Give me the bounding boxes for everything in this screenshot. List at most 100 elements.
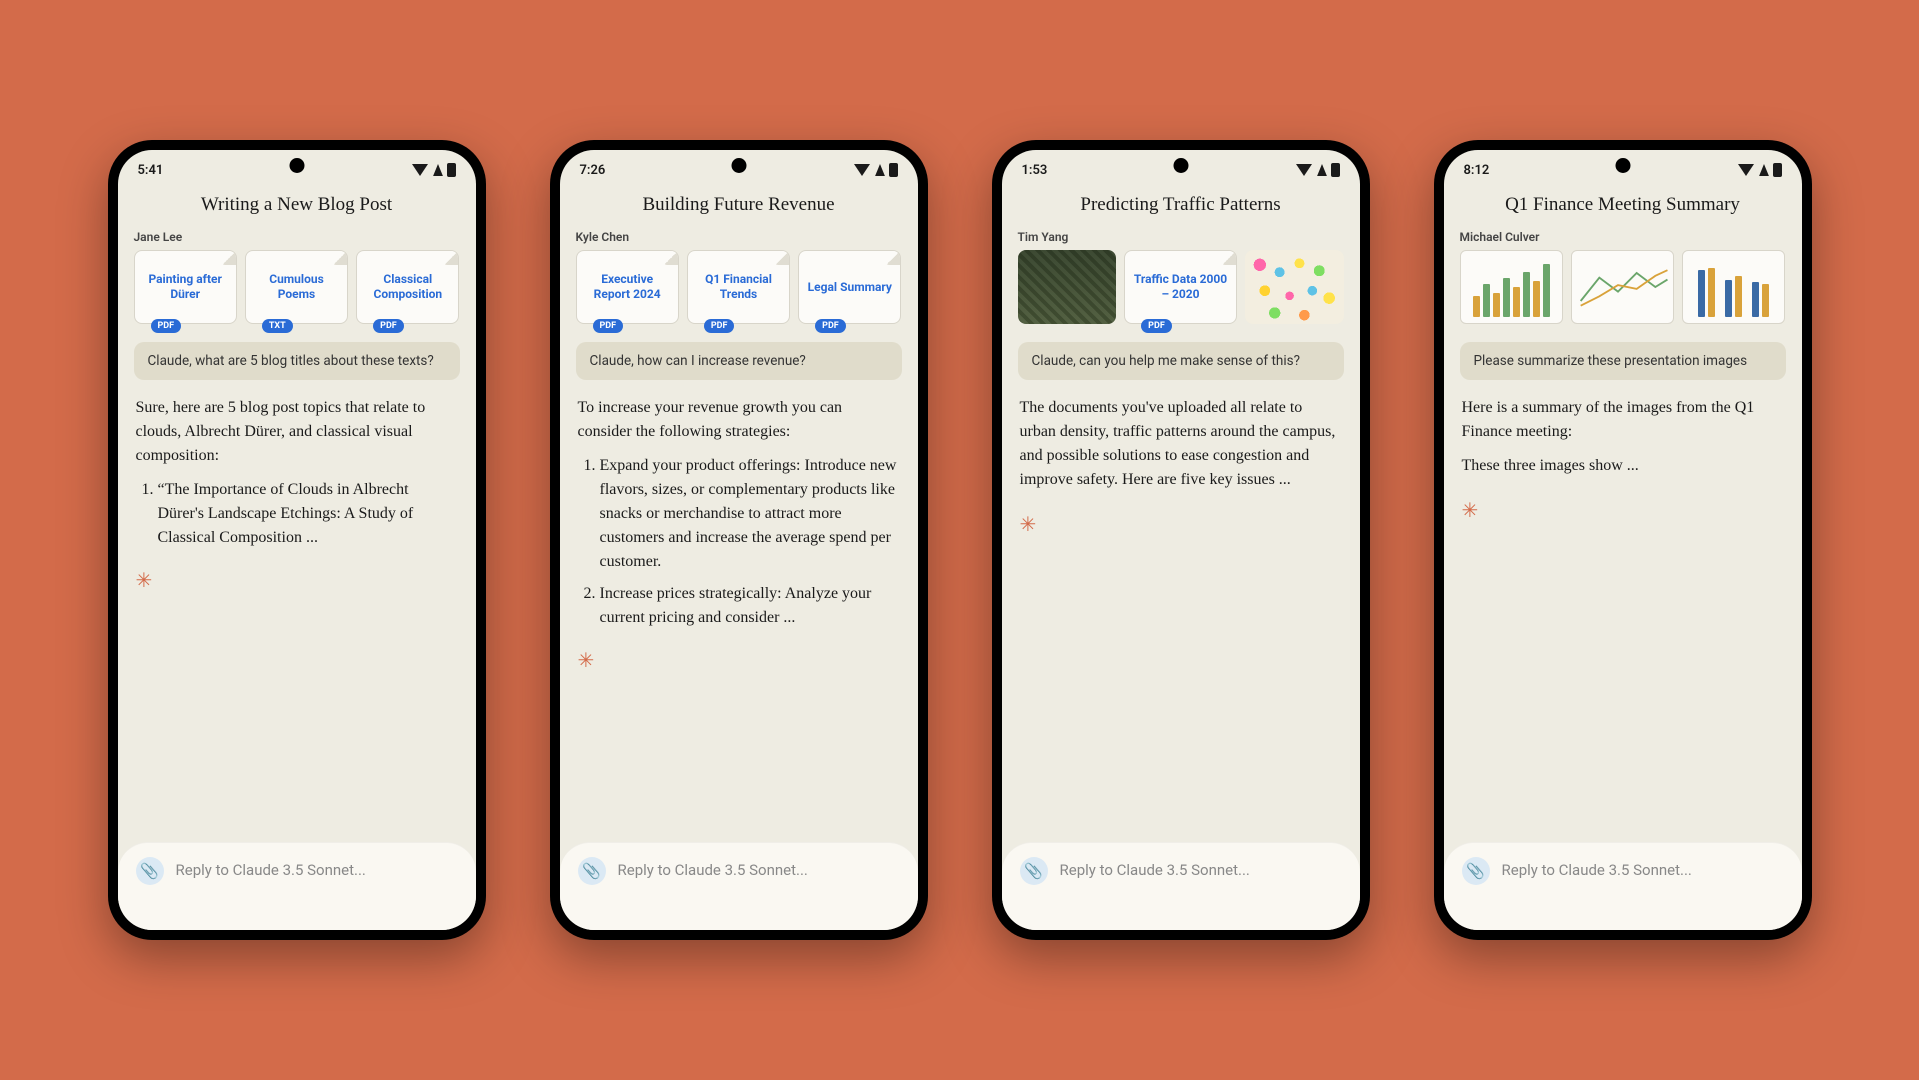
battery-icon xyxy=(447,163,456,177)
attachment-title: Classical Composition xyxy=(363,272,452,302)
signal-icon xyxy=(875,164,885,176)
response-text: To increase your revenue growth you can … xyxy=(578,396,900,444)
assistant-response: Here is a summary of the images from the… xyxy=(1444,380,1802,488)
chart-thumbnail[interactable] xyxy=(1571,250,1674,324)
reply-placeholder: Reply to Claude 3.5 Sonnet... xyxy=(1060,857,1250,879)
response-list-item: Increase prices strategically: Analyze y… xyxy=(600,582,900,630)
page-fold-icon xyxy=(333,251,347,265)
page-title: Predicting Traffic Patterns xyxy=(1002,194,1360,216)
response-text: Sure, here are 5 blog post topics that r… xyxy=(136,396,458,468)
clock: 5:41 xyxy=(138,163,164,178)
reply-input-bar[interactable]: 📎 Reply to Claude 3.5 Sonnet... xyxy=(1444,842,1802,930)
page-fold-icon xyxy=(775,251,789,265)
file-type-badge: PDF xyxy=(373,319,404,333)
signal-icon xyxy=(1317,164,1327,176)
response-list-item: Expand your product offerings: Introduce… xyxy=(600,454,900,574)
user-name: Jane Lee xyxy=(118,216,476,250)
attachment-title: Cumulous Poems xyxy=(252,272,341,302)
attachments-row: Traffic Data 2000 – 2020PDF xyxy=(1002,250,1360,324)
signal-icon xyxy=(433,164,443,176)
reply-placeholder: Reply to Claude 3.5 Sonnet... xyxy=(1502,857,1692,879)
attachment-button[interactable]: 📎 xyxy=(1020,857,1048,885)
page-title: Writing a New Blog Post xyxy=(118,194,476,216)
page-title: Q1 Finance Meeting Summary xyxy=(1444,194,1802,216)
attachments-row: Painting after DürerPDF Cumulous PoemsTX… xyxy=(118,250,476,324)
file-type-badge: PDF xyxy=(1141,319,1172,333)
attachment-button[interactable]: 📎 xyxy=(136,857,164,885)
paperclip-icon: 📎 xyxy=(140,862,159,880)
camera-cutout xyxy=(1615,158,1630,173)
response-text: The documents you've uploaded all relate… xyxy=(1020,396,1342,492)
page-fold-icon xyxy=(222,251,236,265)
paperclip-icon: 📎 xyxy=(582,862,601,880)
reply-input-bar[interactable]: 📎 Reply to Claude 3.5 Sonnet... xyxy=(118,842,476,930)
page-fold-icon xyxy=(664,251,678,265)
attachment-image[interactable] xyxy=(1018,250,1117,324)
attachment-card[interactable]: Legal SummaryPDF xyxy=(798,250,901,324)
attachment-title: Painting after Dürer xyxy=(141,272,230,302)
status-icons xyxy=(412,163,456,177)
chart-thumbnail[interactable] xyxy=(1682,250,1785,324)
user-prompt: Claude, how can I increase revenue? xyxy=(576,342,902,380)
user-prompt: Claude, can you help me make sense of th… xyxy=(1018,342,1344,380)
reply-placeholder: Reply to Claude 3.5 Sonnet... xyxy=(618,857,808,879)
chart-thumbnail[interactable] xyxy=(1460,250,1563,324)
reply-input-bar[interactable]: 📎 Reply to Claude 3.5 Sonnet... xyxy=(560,842,918,930)
paperclip-icon: 📎 xyxy=(1024,862,1043,880)
reply-placeholder: Reply to Claude 3.5 Sonnet... xyxy=(176,857,366,879)
attachment-image[interactable] xyxy=(1245,250,1344,324)
assistant-response: To increase your revenue growth you can … xyxy=(560,380,918,638)
paperclip-icon: 📎 xyxy=(1466,862,1485,880)
screen: 7:26 Building Future Revenue Kyle Chen E… xyxy=(560,150,918,930)
status-icons xyxy=(854,163,898,177)
loading-spinner-icon: ✳ xyxy=(136,570,156,590)
attachment-title: Q1 Financial Trends xyxy=(694,272,783,302)
loading-spinner-icon: ✳ xyxy=(578,650,598,670)
wifi-icon xyxy=(854,164,870,176)
attachment-button[interactable]: 📎 xyxy=(1462,857,1490,885)
battery-icon xyxy=(889,163,898,177)
response-list-item: “The Importance of Clouds in Albrecht Dü… xyxy=(158,478,458,550)
reply-input-bar[interactable]: 📎 Reply to Claude 3.5 Sonnet... xyxy=(1002,842,1360,930)
page-fold-icon xyxy=(444,251,458,265)
user-prompt: Please summarize these presentation imag… xyxy=(1460,342,1786,380)
user-name: Michael Culver xyxy=(1444,216,1802,250)
attachment-card[interactable]: Cumulous PoemsTXT xyxy=(245,250,348,324)
wifi-icon xyxy=(1296,164,1312,176)
loading-spinner-icon: ✳ xyxy=(1462,500,1482,520)
attachment-card[interactable]: Painting after DürerPDF xyxy=(134,250,237,324)
attachment-card[interactable]: Classical CompositionPDF xyxy=(356,250,459,324)
file-type-badge: PDF xyxy=(815,319,846,333)
file-type-badge: PDF xyxy=(593,319,624,333)
response-text: These three images show ... xyxy=(1462,454,1784,478)
file-type-badge: PDF xyxy=(151,319,182,333)
camera-cutout xyxy=(731,158,746,173)
attachment-title: Executive Report 2024 xyxy=(583,272,672,302)
page-title: Building Future Revenue xyxy=(560,194,918,216)
screen: 1:53 Predicting Traffic Patterns Tim Yan… xyxy=(1002,150,1360,930)
attachment-title: Legal Summary xyxy=(808,280,892,295)
attachment-button[interactable]: 📎 xyxy=(578,857,606,885)
user-prompt: Claude, what are 5 blog titles about the… xyxy=(134,342,460,380)
loading-spinner-icon: ✳ xyxy=(1020,514,1040,534)
clock: 1:53 xyxy=(1022,163,1048,178)
page-fold-icon xyxy=(886,251,900,265)
attachment-card[interactable]: Q1 Financial TrendsPDF xyxy=(687,250,790,324)
file-type-badge: PDF xyxy=(704,319,735,333)
clock: 8:12 xyxy=(1464,163,1490,178)
status-icons xyxy=(1738,163,1782,177)
screen: 5:41 Writing a New Blog Post Jane Lee Pa… xyxy=(118,150,476,930)
assistant-response: The documents you've uploaded all relate… xyxy=(1002,380,1360,502)
clock: 7:26 xyxy=(580,163,606,178)
wifi-icon xyxy=(1738,164,1754,176)
attachment-card[interactable]: Traffic Data 2000 – 2020PDF xyxy=(1124,250,1237,324)
attachments-row: Executive Report 2024PDF Q1 Financial Tr… xyxy=(560,250,918,324)
screen: 8:12 Q1 Finance Meeting Summary Michael … xyxy=(1444,150,1802,930)
wifi-icon xyxy=(412,164,428,176)
phone-mockup: 7:26 Building Future Revenue Kyle Chen E… xyxy=(550,140,928,940)
response-text: Here is a summary of the images from the… xyxy=(1462,396,1784,444)
battery-icon xyxy=(1331,163,1340,177)
phone-mockup: 8:12 Q1 Finance Meeting Summary Michael … xyxy=(1434,140,1812,940)
attachment-card[interactable]: Executive Report 2024PDF xyxy=(576,250,679,324)
camera-cutout xyxy=(1173,158,1188,173)
